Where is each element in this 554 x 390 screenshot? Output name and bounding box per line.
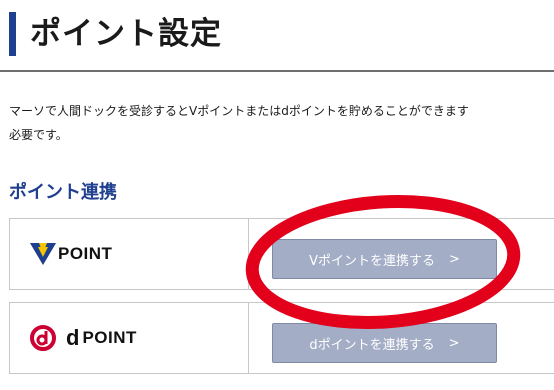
chevron-right-icon: > [449, 251, 460, 267]
section-title: ポイント連携 [9, 182, 117, 203]
page-title: ポイント設定 [30, 16, 222, 52]
d-point-logo-icon [30, 325, 56, 351]
chevron-right-icon: > [448, 335, 460, 351]
link-v-point-button[interactable]: Vポイントを連携する > [272, 239, 497, 279]
row-divider [248, 219, 249, 289]
d-point-logo: d POINT [30, 303, 137, 373]
page-description: マーソで人間ドックを受診するとVポイントまたはdポイントを貯めることができます … [9, 99, 554, 147]
d-point-logo-text: POINT [82, 328, 137, 347]
description-line-1: マーソで人間ドックを受診するとVポイントまたはdポイントを貯めることができます [9, 104, 469, 118]
title-divider [0, 70, 554, 72]
v-point-logo-icon [30, 243, 56, 265]
v-point-logo-text: POINT [58, 244, 113, 263]
link-v-point-label: Vポイントを連携する [309, 253, 435, 269]
description-line-2: 必要です。 [9, 128, 68, 142]
v-point-row: POINT Vポイントを連携する > [9, 218, 554, 290]
row-divider [248, 303, 249, 373]
d-point-row: d POINT dポイントを連携する > [9, 302, 554, 374]
link-d-point-button[interactable]: dポイントを連携する > [272, 323, 497, 363]
title-accent-bar [9, 12, 16, 56]
v-point-logo: POINT [30, 219, 112, 289]
d-point-logo-letter: d [66, 325, 80, 350]
link-d-point-label: dポイントを連携する [309, 337, 435, 353]
